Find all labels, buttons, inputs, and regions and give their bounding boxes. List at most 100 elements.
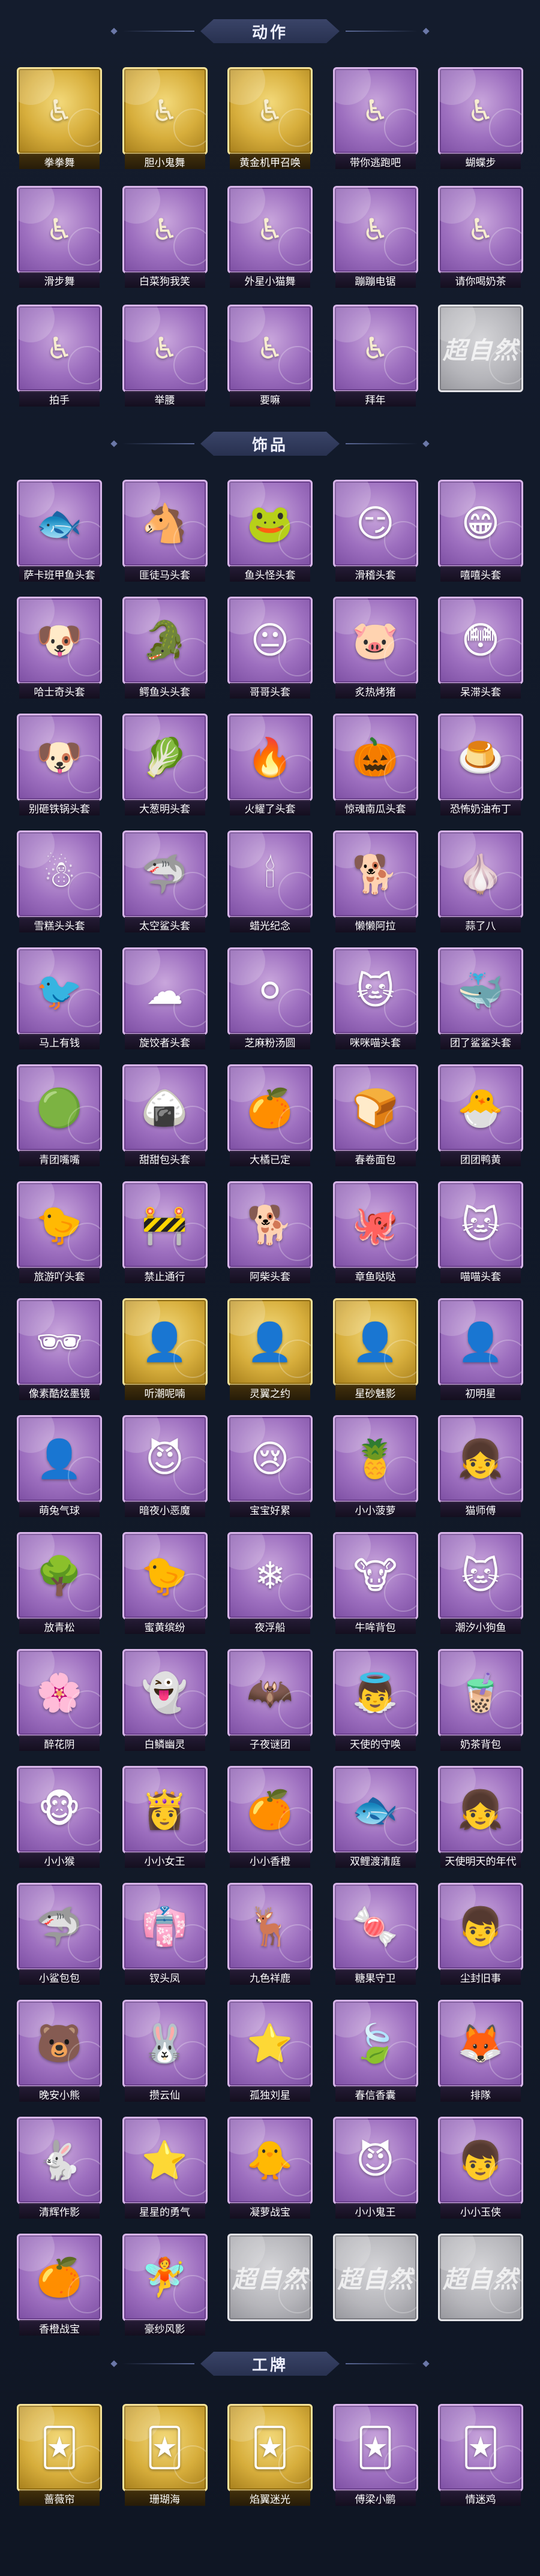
- item-card[interactable]: 🧋 奶茶背包: [436, 1647, 526, 1755]
- item-card[interactable]: 🐮 牛哞背包: [331, 1530, 421, 1638]
- item-card[interactable]: ♿ 拍手: [14, 302, 104, 410]
- item-card[interactable]: 👤 灵翼之约: [225, 1296, 315, 1404]
- item-card[interactable]: 👼 天使的守唤: [331, 1647, 421, 1755]
- item-card[interactable]: 🐴 匪徒马头套: [120, 477, 210, 585]
- item-card[interactable]: 🃏 情迷鸡: [436, 2402, 526, 2509]
- item-card[interactable]: 🦈 小鲨包包: [14, 1880, 104, 1988]
- item-card[interactable]: 🐶 别砸铁锅头套: [14, 711, 104, 819]
- item-card[interactable]: 😈 小小鬼王: [331, 2114, 421, 2222]
- item-card[interactable]: 🦈 太空鲨头套: [120, 828, 210, 936]
- item-card[interactable]: ☁ 旋饺者头套: [120, 945, 210, 1053]
- item-card[interactable]: 🌸 醉花阴: [14, 1647, 104, 1755]
- item-card[interactable]: 🐟 双鲤渡清庭: [331, 1764, 421, 1871]
- item-card[interactable]: ♿ 要嘛: [225, 302, 315, 410]
- item-card[interactable]: 👤 星砂魅影: [331, 1296, 421, 1404]
- item-card[interactable]: 🍊 香橙战宝: [14, 2231, 104, 2339]
- item-card[interactable]: ♿ 黄金机甲召唤: [225, 65, 315, 173]
- item-card[interactable]: 👤 萌兔气球: [14, 1413, 104, 1521]
- item-card[interactable]: 👧 天使明天的年代: [436, 1764, 526, 1871]
- item-card[interactable]: 🐙 章鱼哒哒: [331, 1179, 421, 1287]
- item-card[interactable]: 🧚 豪纱风影: [120, 2231, 210, 2339]
- item-card[interactable]: 🐊 鳄鱼头头套: [120, 594, 210, 702]
- item-card[interactable]: 🐳 团了鲨鲨头套: [436, 945, 526, 1053]
- item-card[interactable]: 🐱 潮汐小狗鱼: [436, 1530, 526, 1638]
- item-card[interactable]: 🍮 恐怖奶油布丁: [436, 711, 526, 819]
- item-card[interactable]: 🐶 哈士奇头套: [14, 594, 104, 702]
- item-card[interactable]: 🧄 蒜了八: [436, 828, 526, 936]
- item-card[interactable]: ♿ 外星小猫舞: [225, 183, 315, 291]
- item-card[interactable]: 🍊 小小香橙: [225, 1764, 315, 1871]
- locked-item-card[interactable]: 超自然: [436, 302, 526, 410]
- item-card[interactable]: 👘 钗头凤: [120, 1880, 210, 1988]
- item-card[interactable]: 🐕 懒懒阿拉: [331, 828, 421, 936]
- item-card[interactable]: 😐 哥哥头套: [225, 594, 315, 702]
- item-card[interactable]: ♿ 举腰: [120, 302, 210, 410]
- item-card[interactable]: 🕯 蜡光纪念: [225, 828, 315, 936]
- item-card[interactable]: ☃ 雪糕头头套: [14, 828, 104, 936]
- locked-item-card[interactable]: 超自然: [436, 2231, 526, 2339]
- locked-item-card[interactable]: 超自然: [225, 2231, 315, 2339]
- item-card[interactable]: 🎃 惊魂南瓜头套: [331, 711, 421, 819]
- item-card[interactable]: 🥬 大葱明头套: [120, 711, 210, 819]
- item-card[interactable]: 🍃 春信香囊: [331, 1997, 421, 2105]
- item-card[interactable]: 🌳 放青松: [14, 1530, 104, 1638]
- item-card[interactable]: 😳 呆滞头套: [436, 594, 526, 702]
- item-card[interactable]: ♿ 滑步舞: [14, 183, 104, 291]
- item-card[interactable]: ♿ 带你逃跑吧: [331, 65, 421, 173]
- item-card[interactable]: 😏 滑稽头套: [331, 477, 421, 585]
- item-card[interactable]: 🐸 鱼头怪头套: [225, 477, 315, 585]
- item-card[interactable]: ♿ 请你喝奶茶: [436, 183, 526, 291]
- item-card[interactable]: 😈 暗夜小恶魔: [120, 1413, 210, 1521]
- item-card[interactable]: 🐦 马上有钱: [14, 945, 104, 1053]
- item-card[interactable]: 🃏 珊瑚海: [120, 2402, 210, 2509]
- item-card[interactable]: 🐱 喵喵头套: [436, 1179, 526, 1287]
- item-card[interactable]: 🐻 晚安小熊: [14, 1997, 104, 2105]
- item-card[interactable]: 🚧 禁止通行: [120, 1179, 210, 1287]
- item-card[interactable]: 🐵 小小猴: [14, 1764, 104, 1871]
- item-card[interactable]: ♿ 拳拳舞: [14, 65, 104, 173]
- item-card[interactable]: 🐟 萨卡班甲鱼头套: [14, 477, 104, 585]
- item-card[interactable]: 🐷 炙热烤猪: [331, 594, 421, 702]
- item-card[interactable]: 🐱 咪咪喵头套: [331, 945, 421, 1053]
- item-card[interactable]: 🐕 阿柴头套: [225, 1179, 315, 1287]
- item-card[interactable]: 👤 听潮呢喃: [120, 1296, 210, 1404]
- item-card[interactable]: 👦 小小玉侠: [436, 2114, 526, 2222]
- item-card[interactable]: ♿ 胆小鬼舞: [120, 65, 210, 173]
- item-card[interactable]: 🦇 子夜谜团: [225, 1647, 315, 1755]
- item-card[interactable]: 🍍 小小菠萝: [331, 1413, 421, 1521]
- item-card[interactable]: 🍙 甜甜包头套: [120, 1062, 210, 1170]
- item-card[interactable]: 👤 初明星: [436, 1296, 526, 1404]
- item-card[interactable]: ♿ 蝴蝶步: [436, 65, 526, 173]
- item-card[interactable]: 😁 嘻嘻头套: [436, 477, 526, 585]
- item-card[interactable]: 🟢 青团嘴嘴: [14, 1062, 104, 1170]
- item-card[interactable]: 🐇 清辉作影: [14, 2114, 104, 2222]
- locked-item-card[interactable]: 超自然: [331, 2231, 421, 2339]
- item-card[interactable]: 🍊 大橘已定: [225, 1062, 315, 1170]
- item-card[interactable]: 🐰 攒云仙: [120, 1997, 210, 2105]
- item-card[interactable]: ❄ 夜浮船: [225, 1530, 315, 1638]
- item-card[interactable]: 😢 宝宝好累: [225, 1413, 315, 1521]
- item-card[interactable]: ♿ 拜年: [331, 302, 421, 410]
- item-card[interactable]: 🍞 春卷面包: [331, 1062, 421, 1170]
- item-card[interactable]: 🃏 傅梁小鹏: [331, 2402, 421, 2509]
- item-card[interactable]: 🔥 火耀了头套: [225, 711, 315, 819]
- item-card[interactable]: 🦊 排隊: [436, 1997, 526, 2105]
- item-card[interactable]: ♿ 白菜狗我笑: [120, 183, 210, 291]
- item-card[interactable]: 🐤 旅游吖头套: [14, 1179, 104, 1287]
- item-card[interactable]: 👦 尘封旧事: [436, 1880, 526, 1988]
- item-card[interactable]: 🍬 糖果守卫: [331, 1880, 421, 1988]
- item-card[interactable]: 🐤 蜜黄缤纷: [120, 1530, 210, 1638]
- item-card[interactable]: ⭐ 孤独刘星: [225, 1997, 315, 2105]
- item-card[interactable]: ⚪ 芝麻粉汤圆: [225, 945, 315, 1053]
- item-card[interactable]: 🐣 团团鸭黄: [436, 1062, 526, 1170]
- item-card[interactable]: 👧 猫师傅: [436, 1413, 526, 1521]
- item-card[interactable]: 🃏 蔷薇帘: [14, 2402, 104, 2509]
- item-card[interactable]: 👸 小小女王: [120, 1764, 210, 1871]
- item-card[interactable]: 👻 白鳞幽灵: [120, 1647, 210, 1755]
- item-card[interactable]: 🐥 凝萝战宝: [225, 2114, 315, 2222]
- item-card[interactable]: 🕶 像素酷炫墨镜: [14, 1296, 104, 1404]
- item-card[interactable]: 🦌 九色祥鹿: [225, 1880, 315, 1988]
- item-card[interactable]: ♿ 蹦蹦电锯: [331, 183, 421, 291]
- item-card[interactable]: 🃏 焰翼迷光: [225, 2402, 315, 2509]
- item-card[interactable]: ⭐ 星星的勇气: [120, 2114, 210, 2222]
